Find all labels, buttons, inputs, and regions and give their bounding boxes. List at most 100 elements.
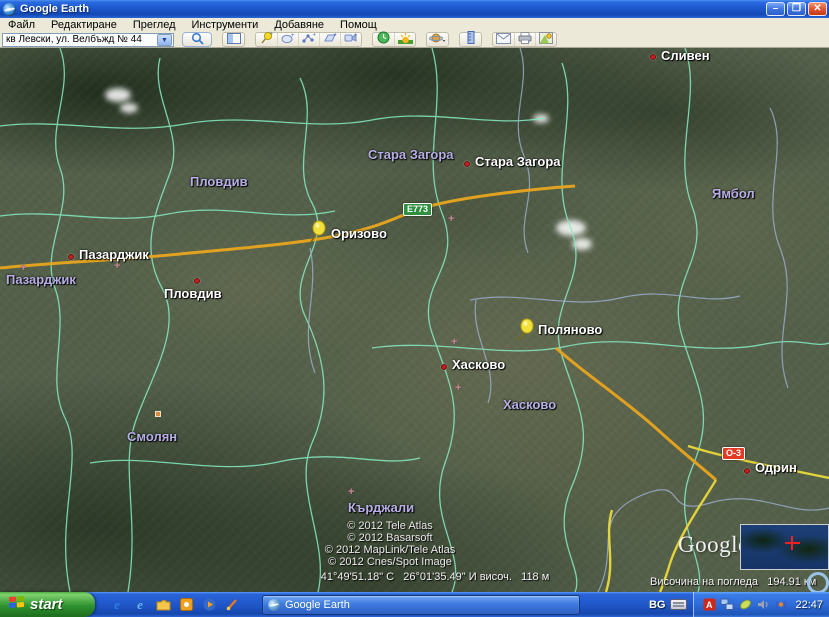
placemark-label-orizovo[interactable]: Оризово bbox=[331, 226, 387, 241]
overview-crosshair-icon bbox=[791, 536, 793, 550]
start-label: start bbox=[30, 596, 63, 613]
adobe-tray-icon[interactable]: A bbox=[702, 598, 716, 612]
camera-icon: + bbox=[344, 31, 358, 49]
city-dot-pazardzhik bbox=[68, 254, 74, 260]
map-lines-overlay bbox=[0, 48, 829, 592]
cloud bbox=[533, 114, 549, 123]
svg-text:+: + bbox=[313, 32, 317, 38]
region-label-stara-zagora[interactable]: Стара Загора bbox=[368, 147, 454, 162]
city-dot-sliven bbox=[650, 54, 656, 60]
sun-icon bbox=[398, 31, 413, 49]
placemark-pin-orizovo[interactable] bbox=[308, 220, 326, 249]
city-dot-haskovo bbox=[441, 364, 447, 370]
folder-icon[interactable] bbox=[155, 597, 171, 613]
maximize-button[interactable]: ❐ bbox=[787, 2, 806, 16]
city-dot-stara-zagora bbox=[464, 161, 470, 167]
region-label-haskovo[interactable]: Хасково bbox=[503, 397, 556, 412]
pushpin-icon: + bbox=[260, 31, 273, 49]
navigation-control[interactable] bbox=[807, 572, 829, 592]
record-tour-button[interactable]: + bbox=[340, 33, 361, 46]
map-icon bbox=[539, 31, 553, 49]
app-icon bbox=[3, 3, 16, 16]
city-dot-odrin bbox=[744, 468, 750, 474]
chevron-down-icon[interactable]: ▼ bbox=[157, 34, 172, 46]
city-label-odrin[interactable]: Одрин bbox=[755, 460, 797, 475]
menu-tools[interactable]: Инструменти bbox=[183, 18, 266, 32]
map-viewport[interactable]: Стара Загора Пловдив Пазарджик Ямбол Хас… bbox=[0, 48, 829, 592]
icq-icon[interactable] bbox=[178, 597, 194, 613]
svg-text:A: A bbox=[706, 600, 713, 610]
volume-tray-icon[interactable] bbox=[756, 598, 770, 612]
city-label-sliven[interactable]: Сливен bbox=[661, 48, 710, 63]
region-label-yambol[interactable]: Ямбол bbox=[712, 186, 755, 201]
toolbar-group-time bbox=[372, 32, 416, 47]
add-polygon-button[interactable]: + bbox=[277, 33, 298, 46]
taskbar-clock[interactable]: 22:47 bbox=[795, 599, 823, 611]
svg-text:+: + bbox=[291, 33, 295, 39]
placemark-label-polyanovo[interactable]: Поляново bbox=[538, 322, 602, 337]
view-in-google-maps-button[interactable] bbox=[535, 33, 556, 46]
browser-icon[interactable]: e bbox=[132, 597, 148, 613]
language-indicator[interactable]: BG bbox=[649, 599, 666, 611]
search-input[interactable]: кв Левски, ул. Велбъжд № 44 bbox=[3, 34, 157, 45]
internet-explorer-icon[interactable]: e bbox=[109, 597, 125, 613]
cloud bbox=[120, 103, 138, 113]
svg-text:+: + bbox=[270, 31, 273, 37]
paintbrush-icon[interactable] bbox=[224, 597, 240, 613]
wireless-tray-icon[interactable] bbox=[774, 598, 788, 612]
search-button[interactable] bbox=[182, 32, 212, 47]
menu-file[interactable]: Файл bbox=[0, 18, 43, 32]
poi-cross-icon: + bbox=[114, 260, 120, 272]
media-player-icon[interactable] bbox=[201, 597, 217, 613]
copyright-line: © 2012 Tele Atlas bbox=[250, 520, 530, 532]
road-sign-e773: E773 bbox=[403, 203, 432, 216]
historical-imagery-button[interactable] bbox=[373, 33, 394, 46]
placemark-pin-polyanovo[interactable] bbox=[516, 318, 534, 347]
email-button[interactable] bbox=[493, 33, 514, 46]
cloud bbox=[105, 88, 131, 102]
city-label-plovdiv[interactable]: Пловдив bbox=[164, 286, 222, 301]
add-image-overlay-button[interactable]: + bbox=[319, 33, 340, 46]
eye-altitude-label: Височина на погледа bbox=[650, 576, 758, 588]
add-placemark-button[interactable]: + bbox=[256, 33, 277, 46]
overview-map[interactable] bbox=[740, 524, 829, 570]
taskbar-task-google-earth[interactable]: Google Earth bbox=[262, 595, 580, 615]
city-dot-plovdiv bbox=[194, 278, 200, 284]
poi-cross-icon: + bbox=[455, 382, 461, 394]
city-label-haskovo[interactable]: Хасково bbox=[452, 357, 505, 372]
planets-button[interactable] bbox=[427, 33, 448, 46]
toolbar-group-planets bbox=[426, 32, 449, 47]
city-label-stara-zagora[interactable]: Стара Загора bbox=[475, 154, 561, 169]
minimize-button[interactable]: – bbox=[766, 2, 785, 16]
window-title: Google Earth bbox=[20, 3, 89, 15]
search-combobox[interactable]: кв Левски, ул. Велбъжд № 44 ▼ bbox=[2, 33, 174, 47]
image-overlay-icon: + bbox=[323, 31, 337, 49]
menu-edit[interactable]: Редактиране bbox=[43, 18, 125, 32]
svg-text:+: + bbox=[334, 32, 338, 38]
title-bar[interactable]: Google Earth – ❐ ✕ bbox=[0, 0, 829, 18]
region-label-plovdiv[interactable]: Пловдив bbox=[190, 174, 248, 189]
toolbar-group-sidebar bbox=[222, 32, 245, 47]
region-label-kardzhali[interactable]: Кърджали bbox=[348, 500, 414, 515]
start-button[interactable]: start bbox=[0, 592, 95, 617]
taskbar: start e e Google Earth BG bbox=[0, 592, 829, 617]
close-button[interactable]: ✕ bbox=[808, 2, 827, 16]
region-label-pazardzhik[interactable]: Пазарджик bbox=[6, 272, 76, 287]
sidebar-toggle-button[interactable] bbox=[223, 33, 244, 46]
toolbar-group-measure bbox=[459, 32, 482, 47]
network-tray-icon[interactable] bbox=[720, 598, 734, 612]
google-earth-task-icon bbox=[268, 599, 280, 611]
windows-logo-icon bbox=[9, 595, 25, 614]
add-path-button[interactable]: + bbox=[298, 33, 319, 46]
poi-cross-icon: + bbox=[448, 213, 454, 225]
menu-view[interactable]: Преглед bbox=[125, 18, 184, 32]
google-earth-window: Google Earth – ❐ ✕ Файл Редактиране Прег… bbox=[0, 0, 829, 617]
menu-bar: Файл Редактиране Преглед Инструменти Доб… bbox=[0, 18, 829, 32]
leaf-tray-icon[interactable] bbox=[738, 598, 752, 612]
keyboard-icon[interactable] bbox=[670, 599, 687, 610]
sunlight-button[interactable] bbox=[394, 33, 415, 46]
print-button[interactable] bbox=[514, 33, 535, 46]
ruler-button[interactable] bbox=[460, 33, 481, 46]
watermark-google: Google bbox=[678, 532, 749, 557]
region-label-smolyan[interactable]: Смолян bbox=[127, 429, 177, 444]
